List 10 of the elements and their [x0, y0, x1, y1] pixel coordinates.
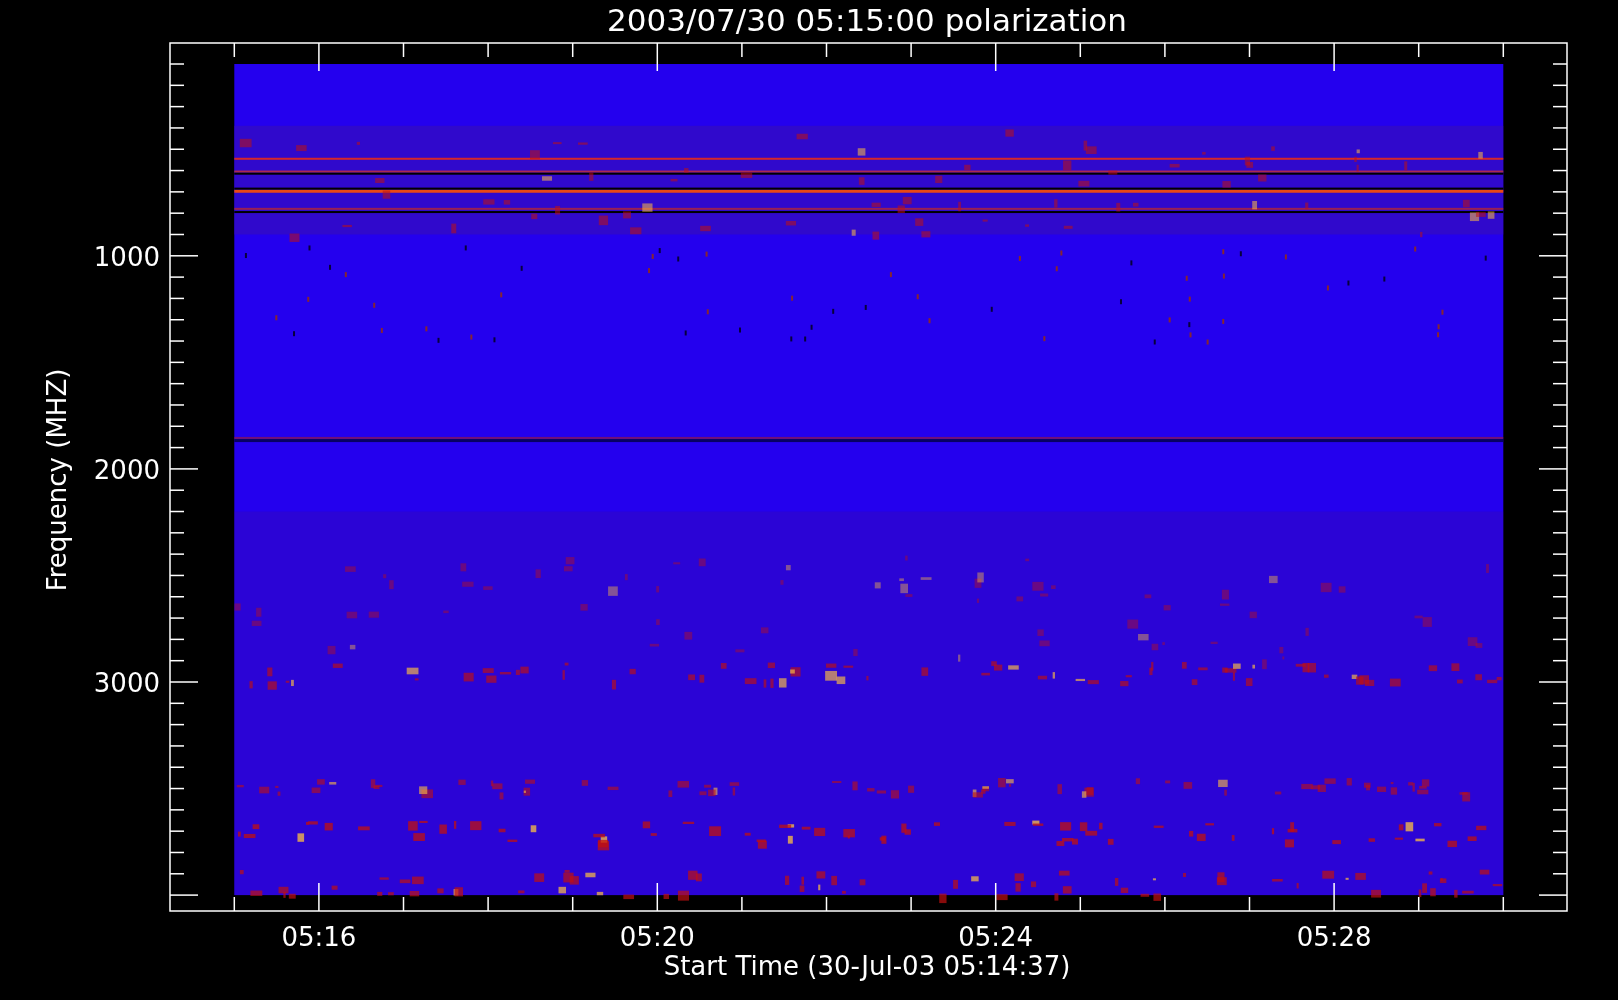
axis-tick-label: 05:16 — [281, 922, 357, 952]
axis-tick-label: 05:24 — [958, 922, 1034, 952]
axis-tick-label: 3000 — [93, 668, 160, 698]
axis-tick-label: 05:28 — [1296, 922, 1372, 952]
axis-label: Frequency (MHZ) — [42, 368, 72, 592]
axis-label: Start Time (30-Jul-03 05:14:37) — [663, 951, 1071, 981]
axis-tick-label: 1000 — [93, 241, 160, 272]
plot-title: 2003/07/30 05:15:00 polarization — [607, 2, 1127, 38]
axis-tick-label: 2000 — [93, 454, 160, 485]
axis-tick-label: 05:20 — [619, 922, 695, 952]
